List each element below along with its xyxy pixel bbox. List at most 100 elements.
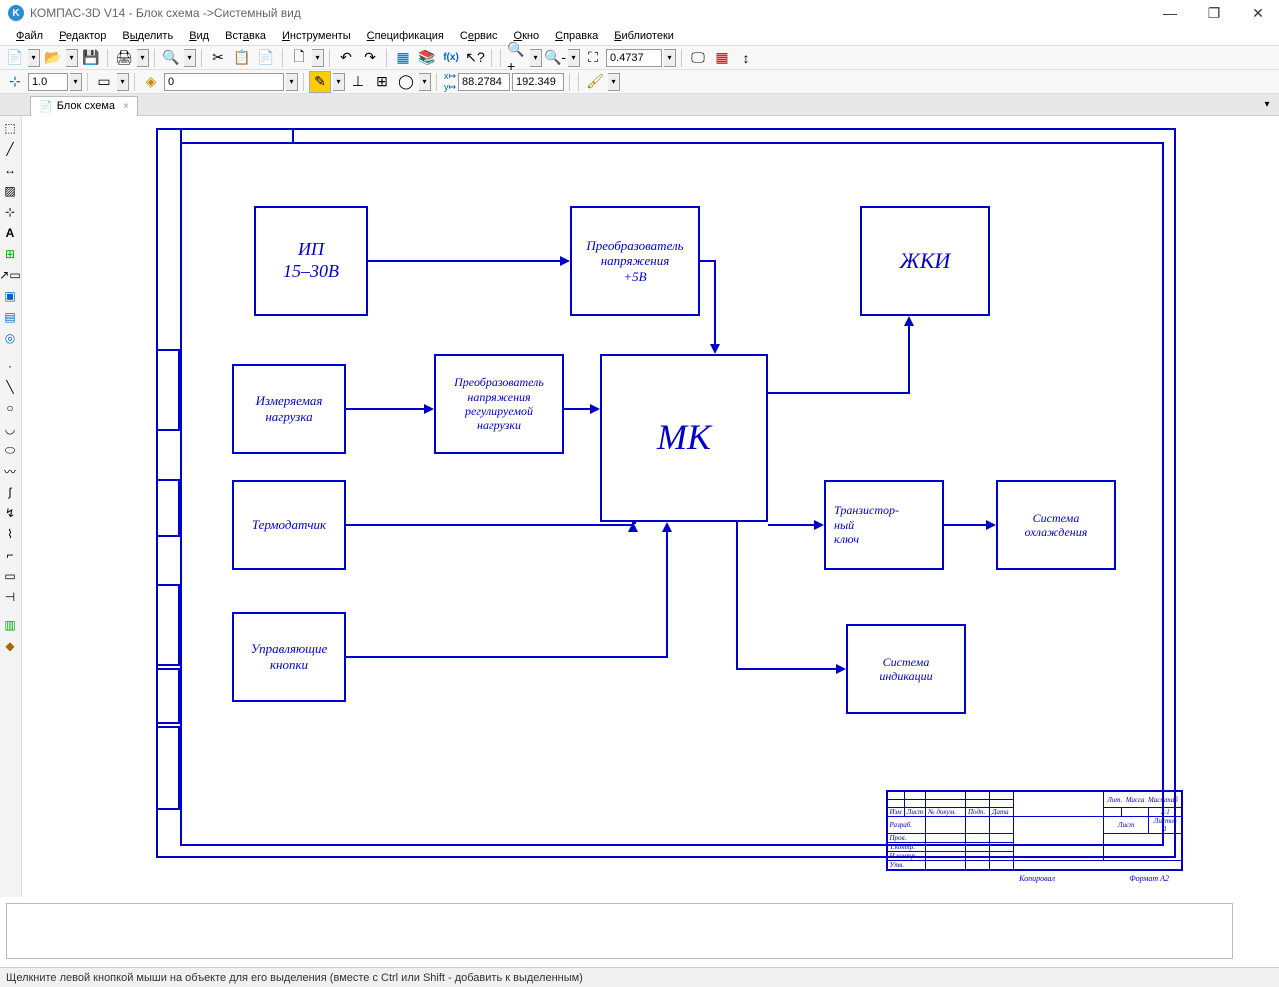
undo-button[interactable]: ↶	[335, 47, 357, 69]
coord-y-input[interactable]	[512, 73, 564, 91]
block-lcd: ЖКИ	[860, 206, 990, 316]
tool-ellipse[interactable]: ⬭	[0, 440, 20, 460]
tool-rect[interactable]: ▭	[0, 566, 20, 586]
style-button[interactable]: ✎	[309, 71, 331, 93]
group-button[interactable]: ▭	[93, 71, 115, 93]
coords-button[interactable]: ⊹	[4, 71, 26, 93]
property-input[interactable]	[6, 903, 1233, 959]
group-dropdown[interactable]: ▾	[117, 73, 129, 91]
menu-insert[interactable]: Вставка	[217, 28, 274, 44]
ortho-button[interactable]: ⊥	[347, 71, 369, 93]
tool-hatch[interactable]: ▨	[0, 181, 20, 201]
round-dropdown[interactable]: ▾	[419, 73, 431, 91]
menu-select[interactable]: Выделить	[114, 28, 181, 44]
title-block: Лит. Масса Масштаб ИзмЛист№ докум.Подп.Д…	[886, 790, 1184, 871]
print-dropdown[interactable]: ▾	[137, 49, 149, 67]
layer-dropdown[interactable]: ▾	[286, 73, 298, 91]
menu-libraries[interactable]: Библиотеки	[606, 28, 682, 44]
refresh-button[interactable]: 🖵	[687, 47, 709, 69]
tool-trim[interactable]: ⊣	[0, 587, 20, 607]
menu-file[interactable]: Файл	[8, 28, 51, 44]
properties-dropdown[interactable]: ▾	[312, 49, 324, 67]
tool-polyline[interactable]: ↯	[0, 503, 20, 523]
library-mgr-button[interactable]: 📚	[416, 47, 438, 69]
zoom-dropdown[interactable]: ▾	[664, 49, 676, 67]
style-dropdown[interactable]: ▾	[333, 73, 345, 91]
help-cursor-button[interactable]: ↖?	[464, 47, 486, 69]
scale-input[interactable]	[28, 73, 68, 91]
brush-dropdown[interactable]: ▾	[608, 73, 620, 91]
arrow-conv5v-mk	[710, 344, 720, 354]
brush-button[interactable]: 🖌	[584, 71, 606, 93]
preview-dropdown[interactable]: ▾	[184, 49, 196, 67]
tabs-overflow-button[interactable]: ▾	[1259, 97, 1275, 113]
tab-close-button[interactable]: ×	[123, 101, 129, 112]
open-dropdown[interactable]: ▾	[66, 49, 78, 67]
menu-service[interactable]: Сервис	[452, 28, 506, 44]
save-button[interactable]: 💾	[80, 47, 102, 69]
tool-table[interactable]: ⊞	[0, 244, 20, 264]
tool-box1[interactable]: ▣	[0, 286, 20, 306]
arrow-trankey-cooling	[986, 520, 996, 530]
tool-break[interactable]: ʃ	[0, 482, 20, 502]
copy-button[interactable]: 📋	[231, 47, 253, 69]
preview-button[interactable]: 🔍	[160, 47, 182, 69]
zoom-out-button[interactable]: 🔍-	[544, 47, 566, 69]
tool-dimension-h[interactable]: ↔	[0, 160, 20, 180]
tool-move[interactable]: ↗▭	[0, 265, 20, 285]
tool-text[interactable]: A	[0, 223, 20, 243]
drawing-canvas[interactable]: ИП 15–30В Преобразователь напряжения +5В…	[22, 116, 1279, 897]
tool-aux1[interactable]: ▥	[0, 615, 20, 635]
scroll-button[interactable]: ↕	[735, 47, 757, 69]
cut-button[interactable]: ✂	[207, 47, 229, 69]
fx-button[interactable]: f(x)	[440, 47, 462, 69]
new-dropdown[interactable]: ▾	[28, 49, 40, 67]
menu-help[interactable]: Справка	[547, 28, 606, 44]
menu-editor[interactable]: Редактор	[51, 28, 114, 44]
round-button[interactable]: ◯	[395, 71, 417, 93]
zoom-fit-button[interactable]: ⛶	[582, 47, 604, 69]
new-button[interactable]: 📄	[4, 47, 26, 69]
zoom-out-dropdown[interactable]: ▾	[568, 49, 580, 67]
scale-dropdown[interactable]: ▾	[70, 73, 82, 91]
tab-active[interactable]: 📄 Блок схема ×	[30, 96, 138, 116]
conn-mk-trankey	[768, 524, 814, 526]
redraw-button[interactable]: ▦	[711, 47, 733, 69]
minimize-button[interactable]: —	[1157, 3, 1183, 23]
maximize-button[interactable]: ❐	[1201, 3, 1227, 23]
close-button[interactable]: ✕	[1245, 3, 1271, 23]
open-button[interactable]: 📂	[42, 47, 64, 69]
tool-select[interactable]: ⬚	[0, 118, 20, 138]
zoom-in-button[interactable]: 🔍+	[506, 47, 528, 69]
tool-aux2[interactable]: ◆	[0, 636, 20, 656]
tool-circle[interactable]: ○	[0, 398, 20, 418]
menu-tools[interactable]: Инструменты	[274, 28, 359, 44]
snap-button[interactable]: ⊞	[371, 71, 393, 93]
spec-button[interactable]: ▦	[392, 47, 414, 69]
block-buttons: Управляющие кнопки	[232, 612, 346, 702]
properties-button[interactable]: 🗋	[288, 47, 310, 69]
redo-button[interactable]: ↷	[359, 47, 381, 69]
tool-segment[interactable]: ╲	[0, 377, 20, 397]
tool-arc[interactable]: ◡	[0, 419, 20, 439]
toolbar-edit: ⊹ ▾ ▭ ▾ ◈ ▾ ✎ ▾ ⊥ ⊞ ◯ ▾ x↦y↦ 🖌 ▾	[0, 70, 1279, 94]
coord-x-input[interactable]	[458, 73, 510, 91]
tool-fillet[interactable]: ⌐	[0, 545, 20, 565]
tool-point[interactable]: ·	[0, 356, 20, 376]
menu-view[interactable]: Вид	[181, 28, 217, 44]
zoom-in-dropdown[interactable]: ▾	[530, 49, 542, 67]
tool-box2[interactable]: ▤	[0, 307, 20, 327]
block-thermo: Термодатчик	[232, 480, 346, 570]
print-button[interactable]: 🖨	[113, 47, 135, 69]
tool-curve[interactable]: ⌇	[0, 524, 20, 544]
paste-button[interactable]: 📄	[255, 47, 277, 69]
tool-axis[interactable]: ⊹	[0, 202, 20, 222]
tool-measure[interactable]: ◎	[0, 328, 20, 348]
layer-input[interactable]	[164, 73, 284, 91]
tool-spline[interactable]: 〰	[0, 461, 20, 481]
zoom-input[interactable]	[606, 49, 662, 67]
menu-spec[interactable]: Спецификация	[359, 28, 452, 44]
arrow-buttons-mk	[662, 522, 672, 532]
tool-line[interactable]: ╱	[0, 139, 20, 159]
layer-icon[interactable]: ◈	[140, 71, 162, 93]
